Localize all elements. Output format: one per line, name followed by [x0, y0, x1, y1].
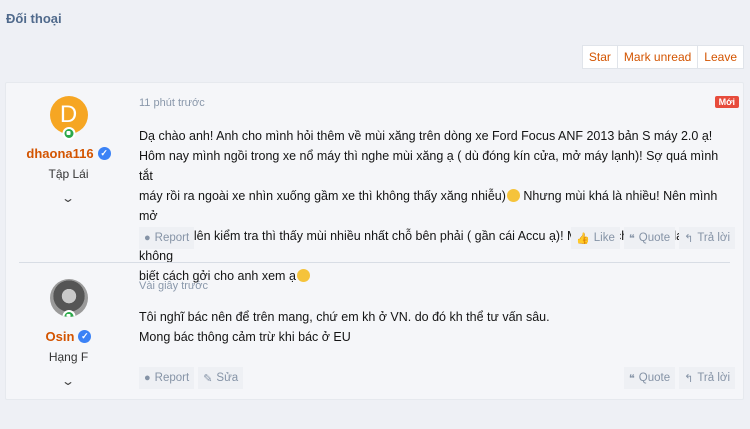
verified-badge-icon: ✓ [97, 147, 111, 160]
message-line: Tôi nghĩ bác nên để trên mang, chứ em kh… [139, 310, 550, 324]
pencil-icon: ✎ [203, 372, 213, 385]
chevron-down-icon[interactable]: ⌄ [61, 374, 75, 388]
report-button[interactable]: ● Report [139, 367, 195, 389]
message-line: máy rồi ra ngoài xe nhìn xuống gầm xe th… [139, 189, 718, 223]
avatar-letter: D [59, 101, 78, 128]
quote-button[interactable]: ❝ Quote [623, 227, 676, 249]
quote-icon: ❝ [628, 372, 635, 385]
user-title: Hạng F [48, 350, 89, 364]
sad-emoji-icon [506, 189, 520, 202]
reply-button[interactable]: ↰ Trả lời [679, 227, 735, 249]
message-footer: ● Report ✎ Sửa ❝ Quote ↰ Trả lời [139, 367, 735, 389]
message-time[interactable]: 11 phút trước [139, 97, 735, 109]
message-item: Osin ✓ Hạng F ⌄ Vài giây trước Tôi nghĩ … [6, 263, 743, 400]
mark-unread-button[interactable]: Mark unread [616, 46, 697, 68]
reply-button[interactable]: ↰ Trả lời [679, 367, 735, 389]
message-line: Mong bác thông cảm trừ khi bác ở EU [139, 330, 351, 344]
like-button[interactable]: 👍 Like [571, 227, 620, 249]
reply-arrow-icon: ↰ [684, 372, 694, 385]
message-user-info: D dhaona116 ✓ Tập Lái ⌄ [6, 96, 131, 207]
message-line: Dạ chào anh! Anh cho mình hỏi thêm về mù… [139, 129, 713, 143]
message-user-info: Osin ✓ Hạng F ⌄ [6, 279, 131, 390]
message-line: Hôm nay mình ngồi trong xe nổ máy thì ng… [139, 149, 719, 183]
username: dhaona116 [26, 146, 94, 161]
conversation-actions: Star Mark unread Leave [581, 45, 744, 69]
info-circle-icon: ● [144, 372, 151, 384]
page-title: Đối thoại [6, 11, 62, 26]
username: Osin [45, 329, 75, 344]
online-status-icon [62, 310, 75, 317]
message-time[interactable]: Vài giây trước [139, 280, 735, 292]
info-circle-icon: ● [144, 232, 151, 244]
avatar[interactable]: D [49, 96, 88, 140]
online-status-icon [62, 127, 75, 140]
star-button[interactable]: Star [583, 46, 617, 68]
new-badge: Mới [714, 96, 739, 108]
message-footer: ● Report 👍 Like ❝ Quote ↰ Trả lời [139, 227, 735, 249]
thumbs-up-icon: 👍 [576, 232, 590, 245]
username-link[interactable]: Osin ✓ [46, 329, 92, 344]
message-content: Tôi nghĩ bác nên để trên mang, chứ em kh… [139, 307, 735, 347]
chevron-down-icon[interactable]: ⌄ [61, 191, 75, 205]
username-link[interactable]: dhaona116 ✓ [26, 146, 111, 161]
edit-button[interactable]: ✎ Sửa [198, 367, 244, 389]
user-title: Tập Lái [48, 167, 89, 181]
verified-badge-icon: ✓ [78, 330, 92, 343]
leave-button[interactable]: Leave [697, 46, 743, 68]
quote-button[interactable]: ❝ Quote [623, 367, 676, 389]
message-body: 11 phút trước [139, 97, 735, 109]
report-button[interactable]: ● Report [139, 227, 195, 249]
avatar[interactable] [49, 279, 88, 317]
message-item: D dhaona116 ✓ Tập Lái ⌄ 11 phút trước Mớ… [6, 83, 743, 283]
message-thread: D dhaona116 ✓ Tập Lái ⌄ 11 phút trước Mớ… [5, 82, 744, 400]
message-body: Vài giây trước [139, 280, 735, 292]
quote-icon: ❝ [628, 232, 635, 245]
reply-arrow-icon: ↰ [684, 232, 694, 245]
